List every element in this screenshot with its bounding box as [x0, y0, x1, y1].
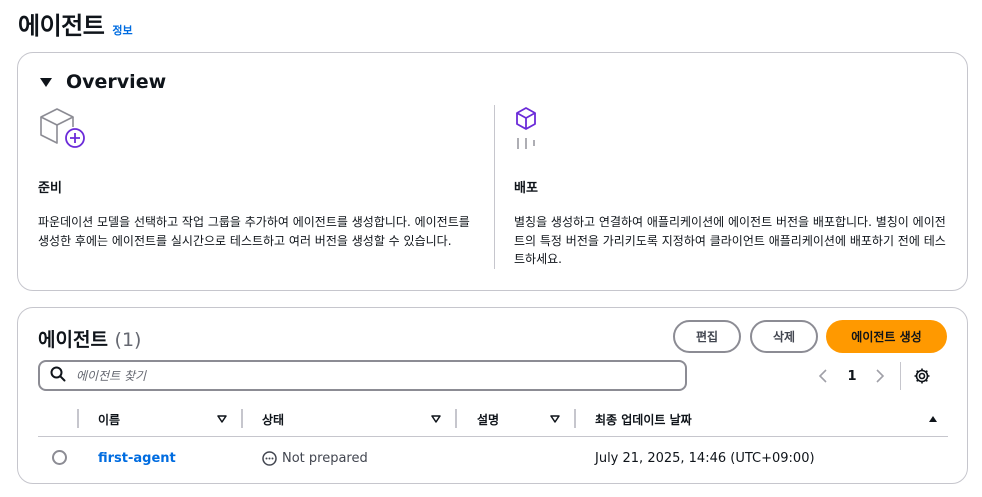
overview-title: Overview: [66, 71, 167, 93]
row-select-radio[interactable]: [52, 450, 67, 465]
next-page-button[interactable]: [871, 364, 889, 388]
page-number[interactable]: 1: [844, 364, 860, 388]
deploy-section: 배포 별칭을 생성하고 연결하여 애플리케이션에 에이전트 버전을 배포합니다.…: [514, 105, 954, 269]
sort-caret-icon[interactable]: [431, 410, 441, 428]
agent-name-link[interactable]: first-agent: [98, 448, 176, 468]
edit-button[interactable]: 편집: [673, 320, 741, 353]
caret-down-icon: [40, 77, 52, 87]
create-agent-button[interactable]: 에이전트 생성: [826, 320, 947, 353]
cube-add-icon: [38, 105, 478, 153]
column-divider: [574, 409, 576, 428]
agents-heading: 에이전트 (1): [38, 325, 141, 352]
column-header-name[interactable]: 이름: [98, 410, 120, 428]
status-pending-icon: [262, 450, 277, 466]
search-box[interactable]: [38, 360, 687, 391]
prev-page-button[interactable]: [814, 364, 832, 388]
sort-ascending-icon[interactable]: [928, 410, 938, 428]
chevron-left-icon: [818, 369, 827, 383]
agents-panel: 에이전트 (1) 편집 삭제 에이전트 생성 1: [17, 307, 968, 484]
agents-title: 에이전트: [38, 329, 108, 351]
table-header-divider: [38, 436, 948, 437]
sort-caret-icon[interactable]: [550, 410, 560, 428]
column-header-status[interactable]: 상태: [262, 410, 284, 428]
status-cell: Not prepared: [262, 448, 368, 468]
column-divider: [455, 409, 457, 428]
deploy-title: 배포: [514, 181, 538, 196]
overview-toggle[interactable]: Overview: [40, 71, 166, 93]
gear-icon: [914, 368, 930, 384]
info-link[interactable]: 정보: [112, 22, 132, 38]
prepare-section: 준비 파운데이션 모델을 선택하고 작업 그룹을 추가하여 에이전트를 생성합니…: [38, 105, 478, 250]
search-input[interactable]: [76, 368, 656, 383]
overview-panel: Overview 준비 파운데이션 모델을 선택하고 작업 그룹을 추가하여 에…: [17, 52, 968, 291]
prepare-title: 준비: [38, 181, 62, 196]
updated-date: July 21, 2025, 14:46 (UTC+09:00): [595, 450, 815, 466]
page-header: 에이전트 정보: [18, 6, 133, 41]
pagination-divider: [900, 362, 901, 390]
chevron-right-icon: [876, 369, 885, 383]
deploy-description: 별칭을 생성하고 연결하여 애플리케이션에 에이전트 버전을 배포합니다. 별칭…: [514, 215, 946, 267]
column-divider: [241, 409, 243, 428]
overview-divider: [494, 105, 495, 269]
column-divider: [77, 409, 79, 428]
page-title: 에이전트: [18, 12, 105, 40]
status-text: Not prepared: [282, 450, 368, 466]
column-header-updated[interactable]: 최종 업데이트 날짜: [595, 410, 692, 428]
search-icon: [50, 366, 66, 386]
preferences-button[interactable]: [911, 364, 933, 388]
cube-deploy-icon: [514, 105, 954, 153]
column-header-description[interactable]: 설명: [477, 410, 499, 428]
prepare-description: 파운데이션 모델을 선택하고 작업 그룹을 추가하여 에이전트를 생성합니다. …: [38, 215, 470, 248]
sort-caret-icon[interactable]: [217, 410, 227, 428]
agents-count: (1): [114, 329, 142, 351]
delete-button[interactable]: 삭제: [750, 320, 818, 353]
